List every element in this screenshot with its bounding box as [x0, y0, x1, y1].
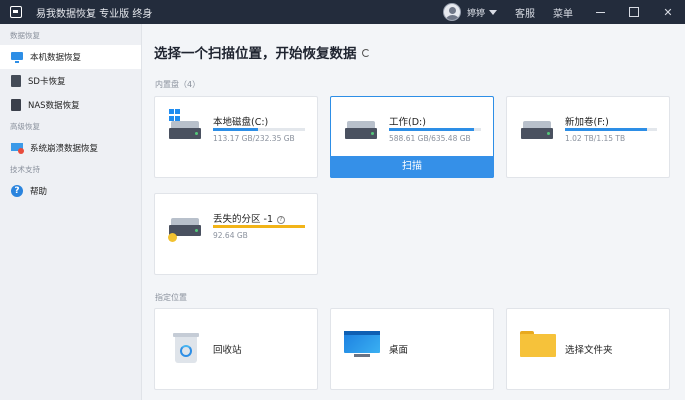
disk-name: 新加卷(F:)	[565, 117, 609, 128]
disk-usage-bar	[389, 128, 481, 131]
minimize-button[interactable]	[583, 0, 617, 24]
sd-card-icon	[11, 75, 21, 87]
recycle-bin-icon	[173, 333, 199, 363]
sidebar-section-title: 高级恢复	[10, 122, 40, 131]
system-crash-icon	[11, 142, 24, 154]
location-label: 选择文件夹	[565, 345, 613, 356]
sidebar-section-title: 数据恢复	[10, 31, 40, 40]
windows-icon	[169, 109, 181, 121]
close-button[interactable]: ✕	[651, 0, 685, 24]
sidebar-item-label: 帮助	[30, 187, 48, 197]
page-title: 选择一个扫描位置，开始恢复数据	[154, 42, 370, 62]
sidebar-item-system-crash-recovery[interactable]: 系统崩溃数据恢复	[0, 136, 141, 160]
menu-link[interactable]: 菜单	[553, 5, 573, 20]
title-bar: 易我数据恢复 专业版 终身 婷婷 客服 菜单 ✕	[0, 0, 685, 24]
disk-card-lost-partition[interactable]: 丢失的分区 -1? 92.64 GB	[154, 193, 318, 275]
app-logo-icon	[10, 6, 22, 18]
desktop-icon	[344, 331, 380, 357]
location-card-desktop[interactable]: 桌面	[330, 308, 494, 390]
disk-card-c[interactable]: 本地磁盘(C:) 113.17 GB/232.35 GB	[154, 96, 318, 178]
help-icon: ?	[11, 185, 23, 197]
sidebar-section-title: 技术支持	[10, 165, 40, 174]
maximize-button[interactable]	[617, 0, 651, 24]
monitor-icon	[11, 51, 23, 63]
nas-icon	[11, 99, 21, 111]
disk-name-text: 丢失的分区 -1	[213, 214, 273, 225]
disk-card-d[interactable]: 工作(D:) 588.61 GB/635.48 GB 扫描	[330, 96, 494, 178]
disk-usage-fill	[389, 128, 475, 131]
main-panel: 选择一个扫描位置，开始恢复数据 内置盘（4） 本地磁盘(C:) 113.17 G…	[142, 24, 685, 400]
disk-icon	[345, 121, 377, 139]
disks-section-label: 内置盘（4）	[155, 80, 201, 89]
disk-icon	[521, 121, 553, 139]
disk-usage-bar	[213, 128, 305, 131]
disk-size: 113.17 GB/232.35 GB	[213, 134, 295, 143]
disk-size: 588.61 GB/635.48 GB	[389, 134, 471, 143]
disk-name: 本地磁盘(C:)	[213, 117, 269, 128]
lost-partition-icon	[168, 233, 177, 242]
locations-section-label: 指定位置	[155, 293, 187, 302]
location-card-select-folder[interactable]: 选择文件夹	[506, 308, 670, 390]
refresh-icon[interactable]	[361, 49, 370, 57]
sidebar-item-label: NAS数据恢复	[28, 101, 80, 111]
disk-usage-bar	[565, 128, 657, 131]
disk-size: 1.02 TB/1.15 TB	[565, 134, 626, 143]
user-avatar[interactable]	[442, 3, 461, 21]
scan-button[interactable]: 扫描	[330, 156, 494, 178]
sidebar-item-label: 系统崩溃数据恢复	[30, 144, 99, 154]
sidebar-item-label: 本机数据恢复	[30, 53, 82, 63]
customer-service-link[interactable]: 客服	[515, 5, 535, 20]
disk-card-f[interactable]: 新加卷(F:) 1.02 TB/1.15 TB	[506, 96, 670, 178]
disk-usage-fill	[213, 128, 258, 131]
location-card-recycle-bin[interactable]: 回收站	[154, 308, 318, 390]
disk-usage-bar	[213, 225, 305, 228]
location-label: 回收站	[213, 345, 242, 356]
sidebar-item-label: SD卡恢复	[28, 77, 66, 87]
user-name[interactable]: 婷婷	[467, 6, 485, 19]
disk-name: 丢失的分区 -1?	[213, 211, 285, 225]
location-label: 桌面	[389, 345, 409, 356]
chevron-down-icon[interactable]	[489, 9, 497, 15]
sidebar-item-nas-recovery[interactable]: NAS数据恢复	[0, 93, 141, 117]
disk-size: 92.64 GB	[213, 231, 248, 240]
app-title: 易我数据恢复 专业版 终身	[36, 8, 153, 20]
disk-usage-fill	[213, 225, 305, 228]
disk-icon	[169, 121, 201, 139]
help-icon[interactable]: ?	[277, 216, 285, 224]
page-title-text: 选择一个扫描位置，开始恢复数据	[154, 46, 357, 62]
sidebar-item-local-recovery[interactable]: 本机数据恢复	[0, 45, 141, 69]
disk-name: 工作(D:)	[389, 117, 426, 128]
disk-usage-fill	[565, 128, 647, 131]
sidebar-item-sd-recovery[interactable]: SD卡恢复	[0, 69, 141, 93]
folder-icon	[520, 331, 556, 357]
sidebar-item-help[interactable]: ? 帮助	[0, 179, 141, 203]
sidebar: 数据恢复 本机数据恢复 SD卡恢复 NAS数据恢复 高级恢复 系统崩溃数据恢复 …	[0, 24, 142, 400]
